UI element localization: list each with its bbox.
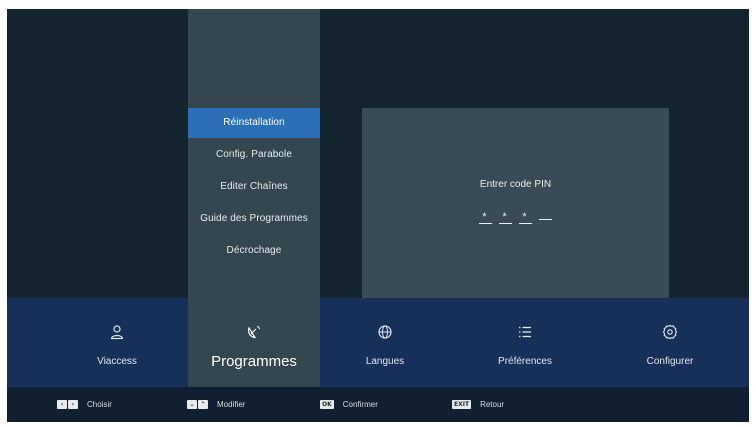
pin-digit-3: * [519,212,533,224]
programmes-submenu: Réinstallation Config. Parabole Editer C… [188,9,320,298]
gear-icon [662,324,678,340]
main-menu-bar: Viaccess Programmes Langues Préférences [7,298,749,387]
hint-confirmer: OK Confirmer [320,397,378,411]
globe-icon [377,324,393,340]
hint-modifier: ⌄ ⌃ Modifier [187,397,245,411]
submenu-item-config-parabole[interactable]: Config. Parabole [188,140,320,170]
hint-choisir: ‹ › Choisir [57,397,112,411]
user-icon [109,324,125,340]
pin-digit-1: * [478,212,492,224]
pin-digit-2: * [498,212,512,224]
up-arrow-key-icon: ⌃ [198,399,208,409]
menu-item-viaccess[interactable]: Viaccess [47,298,187,387]
hint-retour: EXIT Retour [452,397,504,411]
satellite-dish-icon [246,324,262,340]
menu-item-programmes[interactable]: Programmes [188,298,320,387]
key-hint-bar: ‹ › Choisir ⌄ ⌃ Modifier OK Confirmer EX… [7,387,749,422]
menu-label-preferences: Préférences [498,356,552,367]
pin-digit-4 [539,208,553,220]
right-arrow-key-icon: › [68,399,78,409]
submenu-item-editer-chaines[interactable]: Editer Chaînes [188,172,320,202]
hint-label-retour: Retour [480,399,505,409]
pin-entry-panel: Entrer code PIN * * * [362,108,669,299]
menu-label-configurer: Configurer [646,356,694,367]
exit-key-icon: EXIT [452,399,472,409]
list-icon [517,324,533,340]
menu-label-viaccess: Viaccess [97,356,137,367]
down-arrow-key-icon: ⌄ [187,399,197,409]
hint-label-choisir: Choisir [87,399,112,409]
pin-input[interactable]: * * * [362,208,669,224]
menu-label-langues: Langues [365,356,405,367]
submenu-item-reinstallation[interactable]: Réinstallation [188,108,320,138]
ok-key-icon: OK [320,399,334,409]
hint-label-confirmer: Confirmer [342,399,378,409]
submenu-item-decrochage[interactable]: Décrochage [188,236,320,266]
pin-prompt: Entrer code PIN [479,179,552,190]
left-arrow-key-icon: ‹ [57,399,67,409]
menu-item-langues[interactable]: Langues [320,298,450,387]
menu-item-configurer[interactable]: Configurer [600,298,740,387]
hint-label-modifier: Modifier [217,399,246,409]
menu-label-programmes: Programmes [211,353,297,370]
submenu-item-guide-programmes[interactable]: Guide des Programmes [188,204,320,234]
tv-screen: Réinstallation Config. Parabole Editer C… [7,9,749,422]
menu-item-preferences[interactable]: Préférences [450,298,600,387]
